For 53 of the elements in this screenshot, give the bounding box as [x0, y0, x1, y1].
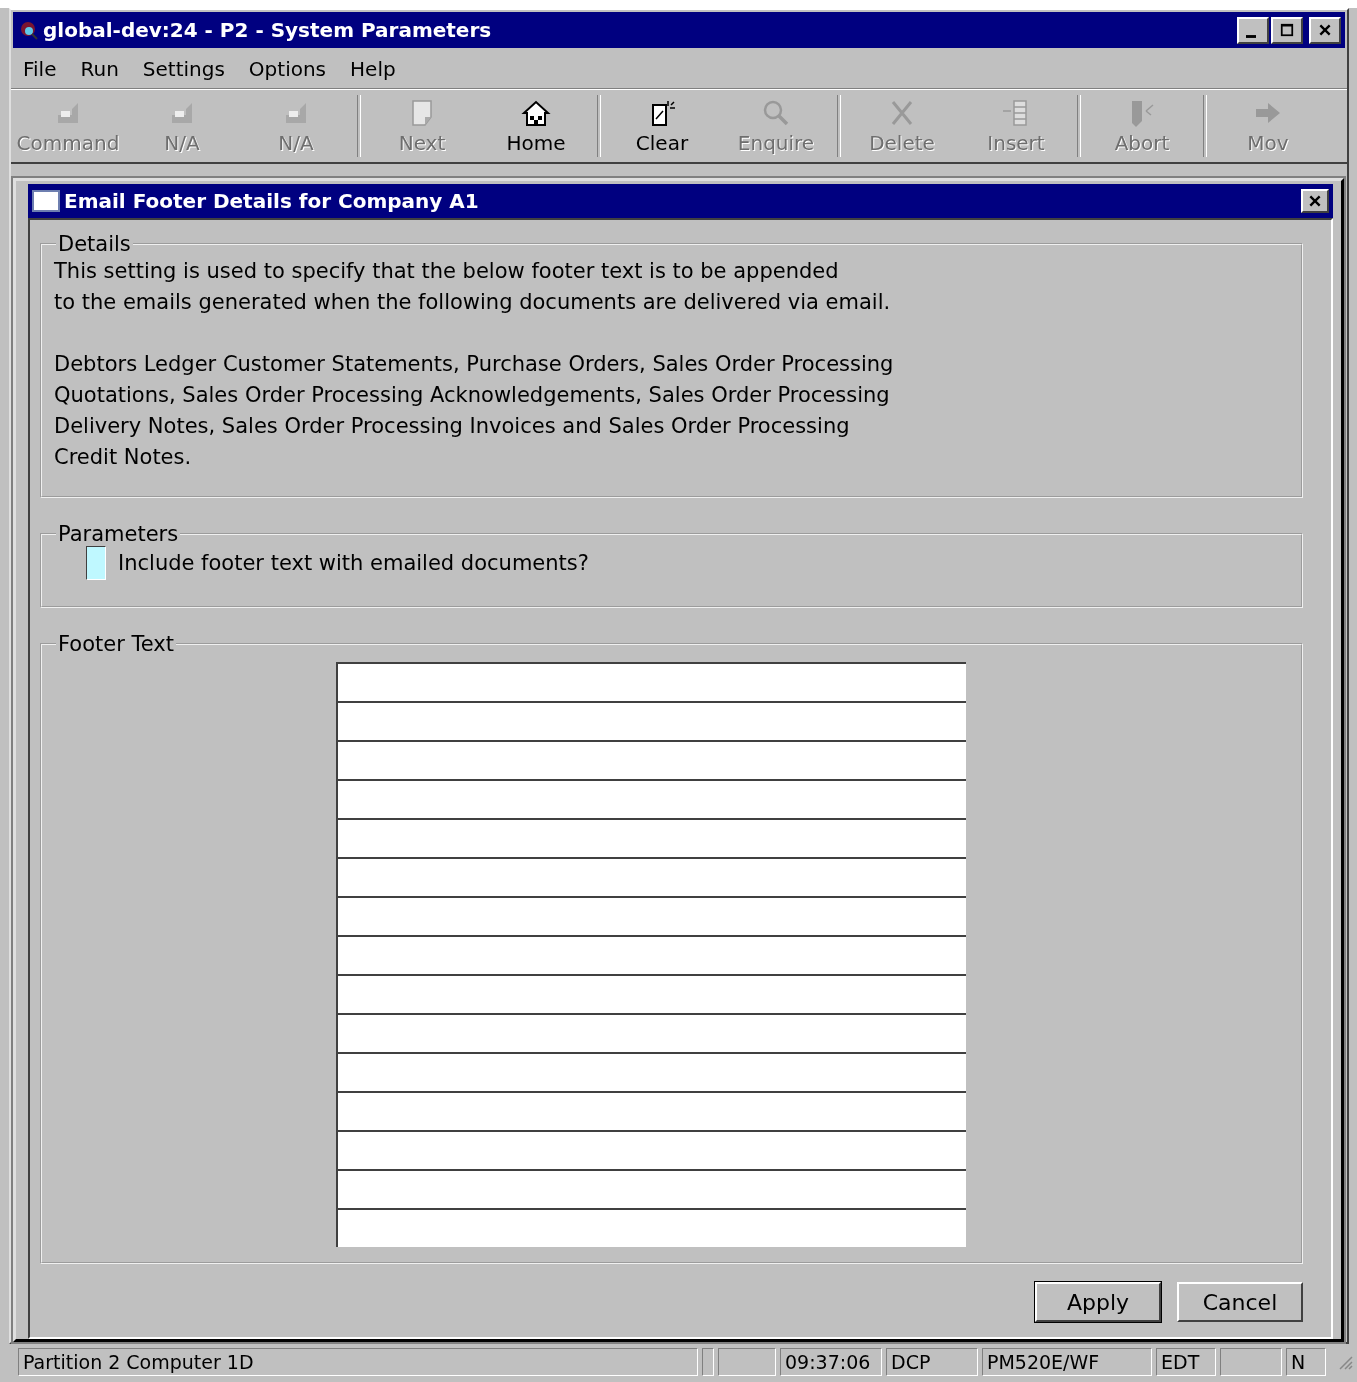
checkbox-label: Include footer text with emailed documents?	[118, 551, 589, 575]
status-field: Partition 2 Computer 1D	[18, 1348, 698, 1376]
group-legend: Parameters	[56, 522, 181, 546]
status-panel	[702, 1348, 714, 1376]
footer-line-field[interactable]	[336, 896, 966, 935]
footer-line-field[interactable]	[336, 1052, 966, 1091]
footer-line-field[interactable]	[336, 701, 966, 740]
app-icon	[19, 20, 39, 40]
footer-line-field[interactable]	[336, 1091, 966, 1130]
footer-line-field[interactable]	[336, 740, 966, 779]
footer-line-field[interactable]	[336, 818, 966, 857]
menu-item[interactable]: Settings	[130, 57, 237, 81]
menu-item[interactable]: Run	[68, 57, 131, 81]
checkbox[interactable]	[86, 546, 106, 580]
status-field: PM520E/WF	[982, 1348, 1152, 1376]
maximize-icon	[1280, 23, 1294, 37]
menu-item[interactable]: Options	[236, 57, 339, 81]
footer-line-field[interactable]	[336, 857, 966, 896]
footer-line-field[interactable]	[336, 974, 966, 1013]
description-text: This setting is used to specify that the below footer text is to be appended to the emails generated when the following documents are delivered via email.	[54, 258, 892, 316]
menu-item[interactable]: File	[11, 57, 69, 81]
footer-line-field[interactable]	[336, 1208, 966, 1247]
status-field: 09:37:06	[780, 1348, 882, 1376]
dialog-button[interactable]: Cancel	[1177, 1282, 1303, 1322]
status-panel	[718, 1348, 776, 1376]
dialog-title: Email Footer Details for Company A1	[64, 189, 479, 213]
close-button[interactable]	[1309, 16, 1341, 44]
minimize-icon	[1246, 34, 1256, 38]
status-field: N	[1286, 1348, 1326, 1376]
window-title: global-dev:24 - P2 - System Parameters	[43, 18, 492, 42]
resize-grip-icon	[1337, 1354, 1353, 1370]
footer-line-field[interactable]	[336, 935, 966, 974]
toolbar-button[interactable]: Home	[479, 92, 593, 160]
footer-line-field[interactable]	[336, 779, 966, 818]
footer-line-field[interactable]	[336, 1169, 966, 1208]
window-icon	[32, 190, 60, 212]
footer-line-field[interactable]	[336, 662, 966, 701]
group-legend: Footer Text	[56, 632, 176, 656]
minimize-button[interactable]	[1237, 16, 1269, 44]
status-field: EDT	[1156, 1348, 1216, 1376]
menu-item[interactable]: Help	[338, 57, 408, 81]
description-text: Debtors Ledger Customer Statements, Purchase Orders, Sales Order Processing Quotations, Sales Order Processing Acknowledgements, Sales Order Processing Delivery Notes, Sales Order Processing Invoices and Sales Order Processing Credit Notes.	[54, 351, 895, 471]
group-legend: Details	[56, 232, 133, 256]
status-field: DCP	[886, 1348, 978, 1376]
status-panel	[1220, 1348, 1282, 1376]
maximize-button[interactable]	[1271, 16, 1303, 44]
close-icon	[1308, 194, 1322, 208]
footer-line-field[interactable]	[336, 1130, 966, 1169]
footer-line-field[interactable]	[336, 1013, 966, 1052]
toolbar-button[interactable]: Clear	[605, 92, 719, 160]
close-icon	[1318, 23, 1332, 37]
close-button[interactable]	[1301, 189, 1329, 213]
dialog-button[interactable]: Apply	[1035, 1282, 1161, 1322]
